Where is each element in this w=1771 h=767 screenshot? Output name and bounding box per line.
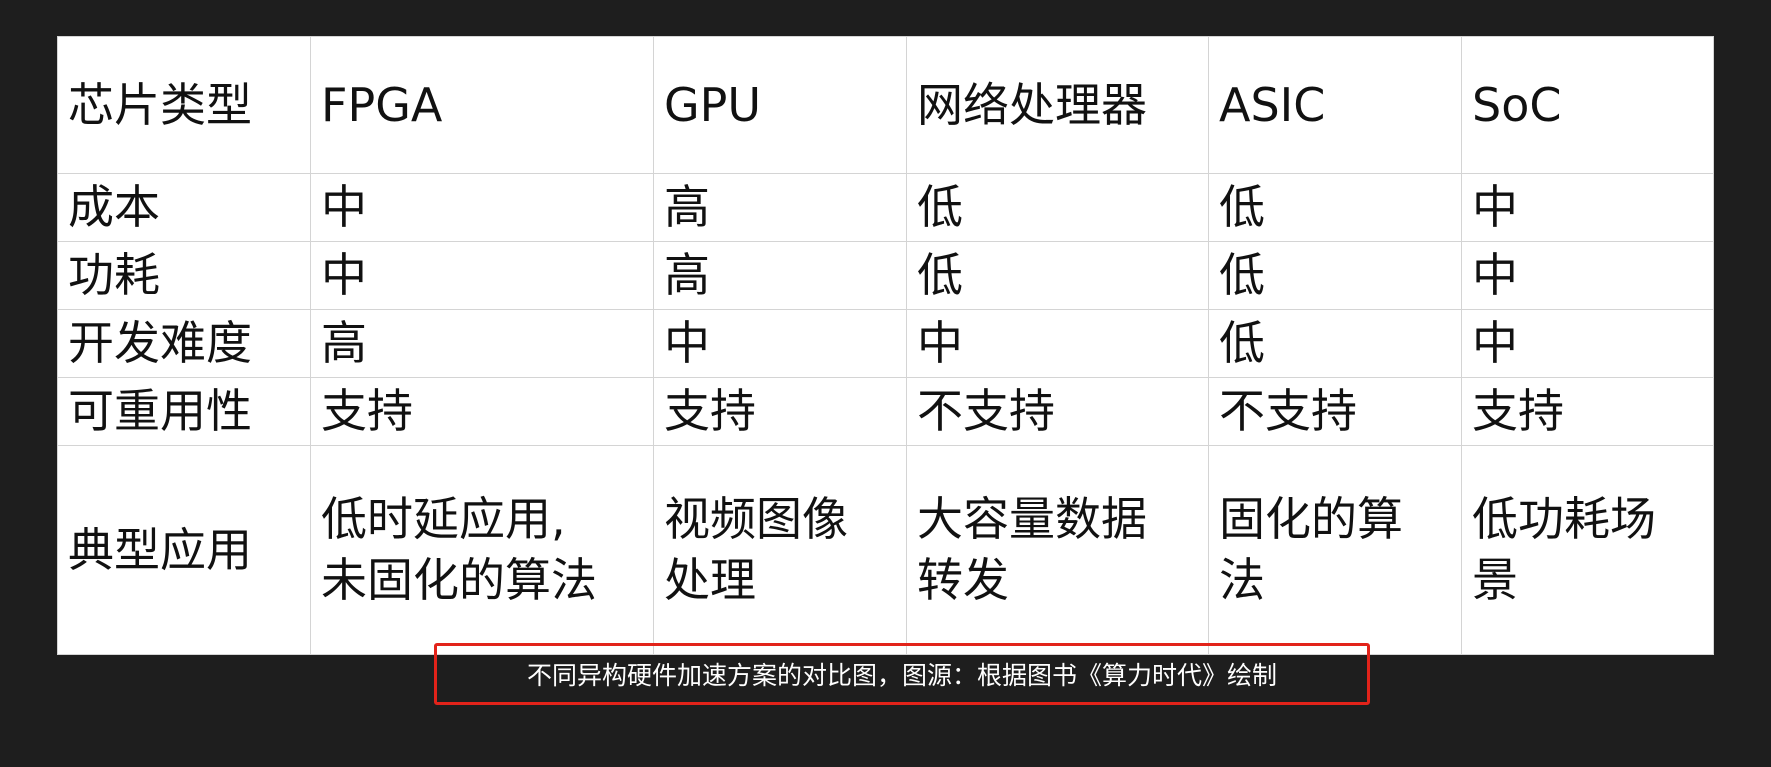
row-label-cell: 开发难度 bbox=[57, 309, 311, 378]
header-cell-gpu: GPU bbox=[653, 36, 907, 174]
table-cell: 支持 bbox=[310, 377, 654, 446]
table-cell: 高 bbox=[310, 309, 654, 378]
cell-text-line: 大容量数据 bbox=[917, 492, 1147, 547]
cell-text-line: 转发 bbox=[917, 553, 1009, 607]
cell-text-line: 固化的算 bbox=[1219, 492, 1403, 547]
table-header-row: 芯片类型 FPGA GPU 网络处理器 ASIC SoC bbox=[57, 36, 1714, 174]
header-cell-fpga: FPGA bbox=[310, 36, 654, 174]
table-cell: 低 bbox=[1208, 241, 1462, 310]
cell-text-line: 未固化的算法 bbox=[321, 553, 597, 607]
table-cell: 支持 bbox=[653, 377, 907, 446]
figure-caption: 不同异构硬件加速方案的对比图，图源：根据图书《算力时代》绘制 bbox=[526, 661, 1277, 690]
table-cell: 中 bbox=[1461, 309, 1714, 378]
cell-text-line: 低时延应用, bbox=[321, 492, 566, 547]
cell-text-line: 处理 bbox=[664, 553, 756, 607]
comparison-table: 芯片类型 FPGA GPU 网络处理器 ASIC SoC 成本 中 高 低 低 … bbox=[57, 36, 1714, 655]
table-cell: 不支持 bbox=[1208, 377, 1462, 446]
row-label-cell: 典型应用 bbox=[57, 445, 311, 655]
table-cell: 大容量数据 转发 bbox=[906, 445, 1209, 655]
cell-text-line: 景 bbox=[1472, 553, 1518, 607]
screenshot-canvas: 芯片类型 FPGA GPU 网络处理器 ASIC SoC 成本 中 高 低 低 … bbox=[0, 0, 1771, 767]
table-cell: 固化的算 法 bbox=[1208, 445, 1462, 655]
comparison-table-container: 芯片类型 FPGA GPU 网络处理器 ASIC SoC 成本 中 高 低 低 … bbox=[57, 36, 1714, 655]
header-cell-network-processor: 网络处理器 bbox=[906, 36, 1209, 174]
cell-text-line: 法 bbox=[1219, 553, 1265, 607]
cell-text-line: 视频图像 bbox=[664, 492, 848, 547]
cell-text-line: 低功耗场 bbox=[1472, 492, 1656, 547]
table-row-cost: 成本 中 高 低 低 中 bbox=[57, 173, 1714, 242]
table-cell: 中 bbox=[1461, 173, 1714, 242]
table-row-dev-difficulty: 开发难度 高 中 中 低 中 bbox=[57, 309, 1714, 378]
table-cell: 中 bbox=[653, 309, 907, 378]
header-cell-asic: ASIC bbox=[1208, 36, 1462, 174]
table-cell: 高 bbox=[653, 241, 907, 310]
table-cell: 不支持 bbox=[906, 377, 1209, 446]
table-row-reusability: 可重用性 支持 支持 不支持 不支持 支持 bbox=[57, 377, 1714, 446]
table-cell: 低 bbox=[906, 173, 1209, 242]
table-cell: 低时延应用, 未固化的算法 bbox=[310, 445, 654, 655]
table-cell: 中 bbox=[310, 241, 654, 310]
table-cell: 低 bbox=[1208, 173, 1462, 242]
table-cell: 中 bbox=[1461, 241, 1714, 310]
row-label-cell: 成本 bbox=[57, 173, 311, 242]
table-cell: 低 bbox=[1208, 309, 1462, 378]
table-row-power: 功耗 中 高 低 低 中 bbox=[57, 241, 1714, 310]
table-cell: 高 bbox=[653, 173, 907, 242]
header-cell-soc: SoC bbox=[1461, 36, 1714, 174]
table-cell: 低 bbox=[906, 241, 1209, 310]
table-cell: 低功耗场 景 bbox=[1461, 445, 1714, 655]
row-label-cell: 可重用性 bbox=[57, 377, 311, 446]
row-label-cell: 功耗 bbox=[57, 241, 311, 310]
table-cell: 中 bbox=[906, 309, 1209, 378]
table-row-typical-applications: 典型应用 低时延应用, 未固化的算法 视频图像 处理 大容量数据 转发 固化的算… bbox=[57, 445, 1714, 655]
table-cell: 视频图像 处理 bbox=[653, 445, 907, 655]
table-cell: 支持 bbox=[1461, 377, 1714, 446]
table-cell: 中 bbox=[310, 173, 654, 242]
header-cell-chip-type: 芯片类型 bbox=[57, 36, 311, 174]
